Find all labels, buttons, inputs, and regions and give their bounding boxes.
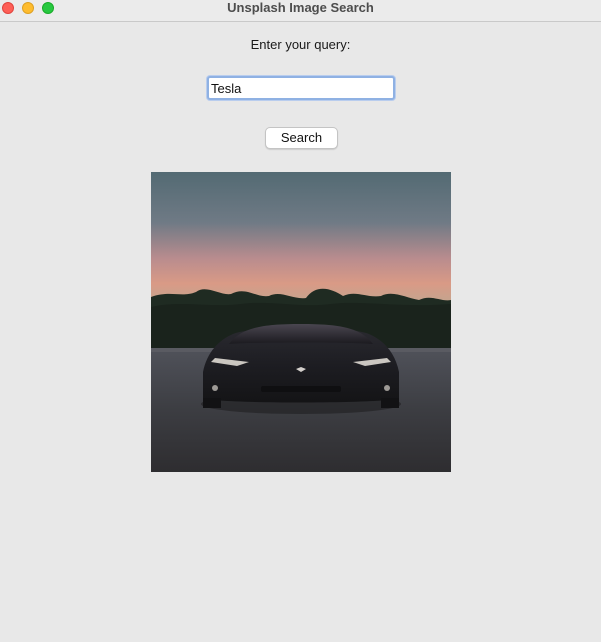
result-image [151, 172, 451, 472]
query-label: Enter your query: [250, 37, 351, 52]
app-window: Unsplash Image Search Enter your query: … [0, 0, 601, 642]
query-input[interactable] [207, 76, 395, 100]
window-title: Unsplash Image Search [227, 0, 374, 15]
search-button[interactable]: Search [265, 127, 338, 149]
car-photo [151, 172, 451, 472]
title-bar: Unsplash Image Search [0, 0, 601, 22]
